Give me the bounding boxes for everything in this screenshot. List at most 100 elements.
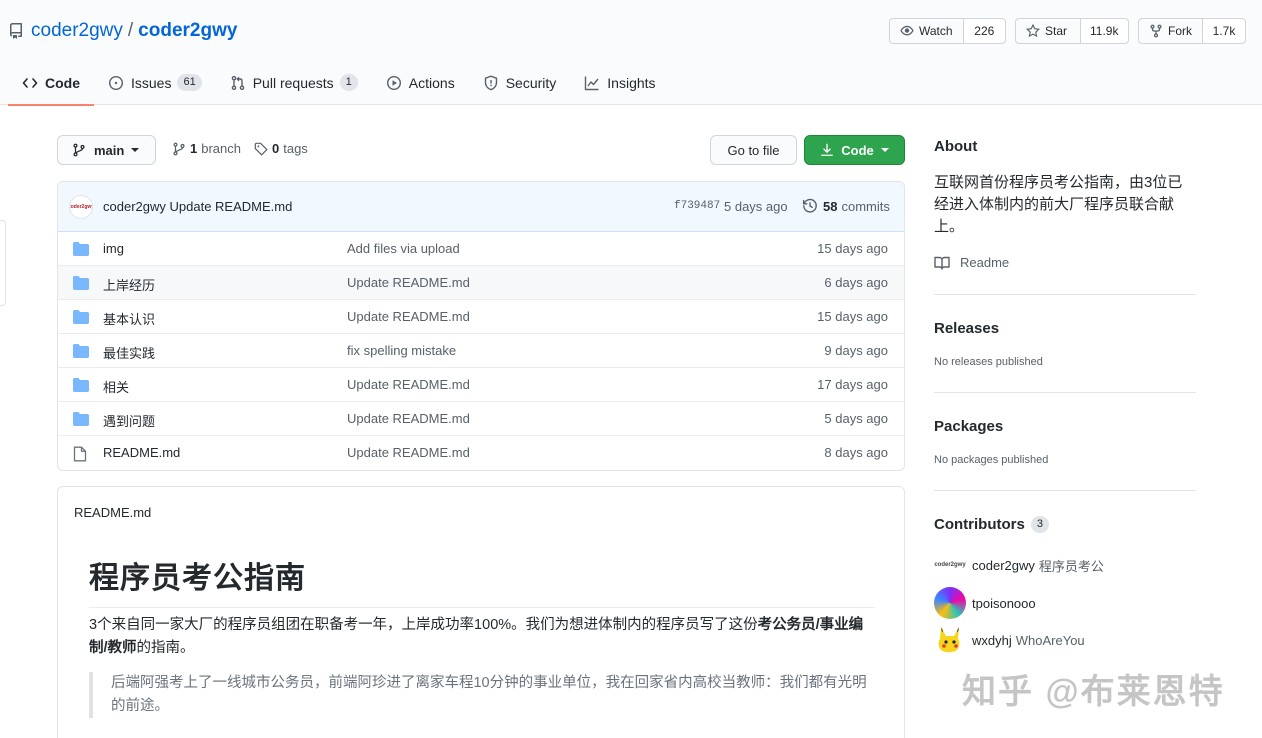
releases-heading[interactable]: Releases [934,320,999,337]
file-age: 17 days ago [817,377,888,392]
star-button[interactable]: Star [1016,19,1081,43]
play-icon [386,75,401,90]
watch-group: Watch 226 [889,18,1006,44]
pikachu-avatar-icon [938,627,960,653]
file-row[interactable]: README.md Update README.md 8 days ago [58,436,904,470]
tab-actions[interactable]: Actions [372,60,469,105]
contributors-heading-label: Contributors [934,516,1025,533]
fork-button[interactable]: Fork [1139,19,1203,43]
tab-insights[interactable]: Insights [570,60,669,105]
file-name-link[interactable]: 基本认识 [103,309,155,328]
file-row[interactable]: 基本认识 Update README.md 15 days ago [58,300,904,334]
releases-heading-label: Releases [934,320,1000,337]
watch-button[interactable]: Watch [890,19,964,43]
commit-author-link[interactable]: coder2gwy [103,199,166,214]
tab-issues-label: Issues [131,74,172,91]
branch-count-label: branch [201,141,241,156]
contributor-login: wxdyhj [972,632,1012,648]
file-row[interactable]: 上岸经历 Update README.md 6 days ago [58,266,904,300]
file-row[interactable]: 相关 Update README.md 17 days ago [58,368,904,402]
branch-icon [173,142,185,155]
repo-title: coder2gwy / coder2gwy [8,19,237,43]
shield-icon [484,74,497,90]
file-name-link[interactable]: 相关 [103,377,129,396]
file-age: 5 days ago [824,411,888,426]
file-commit-message-link[interactable]: Update README.md [347,377,470,392]
file-commit-message-link[interactable]: Update README.md [347,309,470,324]
graph-icon [585,76,599,90]
code-download-button[interactable]: Code [804,135,905,165]
readme-intro-text: 3个来自同一家大厂的程序员组团在职备考一年，上岸成功率100%。我们为想进体制内… [89,617,758,633]
fork-count[interactable]: 1.7k [1203,19,1245,43]
tab-pull-requests-label: Pull requests [252,74,334,91]
repo-owner-link[interactable]: coder2gwy [31,20,123,42]
tags-link[interactable]: 0 tags [254,141,308,156]
branch-count: 1 [190,141,198,156]
tab-code[interactable]: Code [8,60,94,106]
contributor-login: tpoisonooo [972,595,1036,611]
branch-select-button[interactable]: main [57,135,156,165]
branches-link[interactable]: 1 branch [172,141,241,156]
tab-issues[interactable]: Issues 61 [94,60,216,105]
tab-insights-label: Insights [607,74,656,91]
file-age: 9 days ago [824,343,888,358]
chevron-down-icon [131,148,140,152]
sidebar-divider [934,490,1196,491]
file-row[interactable]: 最佳实践 fix spelling mistake 9 days ago [58,334,904,368]
left-edge-handle [0,220,6,306]
eye-icon [900,25,914,36]
packages-heading[interactable]: Packages [934,418,1003,435]
avatar[interactable]: coder2gwy [69,195,93,219]
tag-count-label: tags [283,141,308,156]
avatar: coder2gwy [934,549,966,581]
commit-sha-link[interactable]: f739487 [674,200,720,212]
file-commit-message-link[interactable]: Update README.md [347,445,470,460]
star-count[interactable]: 11.9k [1080,19,1128,43]
about-description: 互联网首份程序员考公指南，由3位已经进入体制内的前大厂程序员联合献上。 [934,174,1183,235]
file-icon [73,446,89,462]
contributor-item[interactable]: tpoisonooo [934,587,1040,619]
tab-security[interactable]: Security [469,60,571,105]
readme-quote: 后端阿强考上了一线城市公务员，前端阿珍进了离家车程10分钟的事业单位，我在回家省… [89,672,879,718]
contributor-item[interactable]: coder2gwy coder2gwy 程序员考公 [934,549,1104,581]
commit-time: 5 days ago [724,199,788,214]
watermark: 知乎 @布莱恩特 [962,673,1225,711]
avatar [934,624,966,656]
repo-header: coder2gwy / coder2gwy Watch 226 Star 11.… [0,0,1262,106]
folder-icon [73,412,89,426]
file-name-link[interactable]: README.md [103,445,180,460]
tab-pull-requests[interactable]: Pull requests 1 [216,60,372,105]
commit-count: 58 [823,198,838,214]
file-name-link[interactable]: img [103,241,124,256]
readme-link[interactable]: Readme [934,255,1009,270]
contributors-heading[interactable]: Contributors 3 [934,516,1049,533]
file-name-link[interactable]: 上岸经历 [103,275,155,294]
folder-icon [73,344,89,358]
file-row[interactable]: 遇到问题 Update README.md 5 days ago [58,402,904,436]
code-button-label: Code [841,142,874,158]
file-age: 8 days ago [824,445,888,460]
file-commit-message-link[interactable]: Add files via upload [347,241,460,256]
go-to-file-button[interactable]: Go to file [710,135,797,165]
branch-icon [73,143,85,157]
file-commit-message-link[interactable]: Update README.md [347,275,470,290]
file-name-link[interactable]: 最佳实践 [103,343,155,362]
repo-name-link[interactable]: coder2gwy [138,20,237,42]
commit-count-label: commits [841,198,890,214]
folder-icon [73,378,89,392]
readme-filename[interactable]: README.md [74,505,151,520]
tab-security-label: Security [505,74,557,91]
contributor-name: WhoAreYou [1015,632,1085,648]
watch-count[interactable]: 226 [963,19,1005,43]
code-icon [22,77,38,88]
download-icon [821,143,834,156]
file-row[interactable]: img Add files via upload 15 days ago [58,232,904,266]
commits-history-link[interactable]: 58 commits [802,198,890,214]
contributor-item[interactable]: wxdyhj WhoAreYou [934,624,1085,656]
tag-icon [254,142,268,155]
file-name-link[interactable]: 遇到问题 [103,411,155,430]
file-commit-message-link[interactable]: Update README.md [347,411,470,426]
sidebar-divider [934,392,1196,393]
file-commit-message-link[interactable]: fix spelling mistake [347,343,456,358]
commit-message-link[interactable]: Update README.md [170,199,293,214]
